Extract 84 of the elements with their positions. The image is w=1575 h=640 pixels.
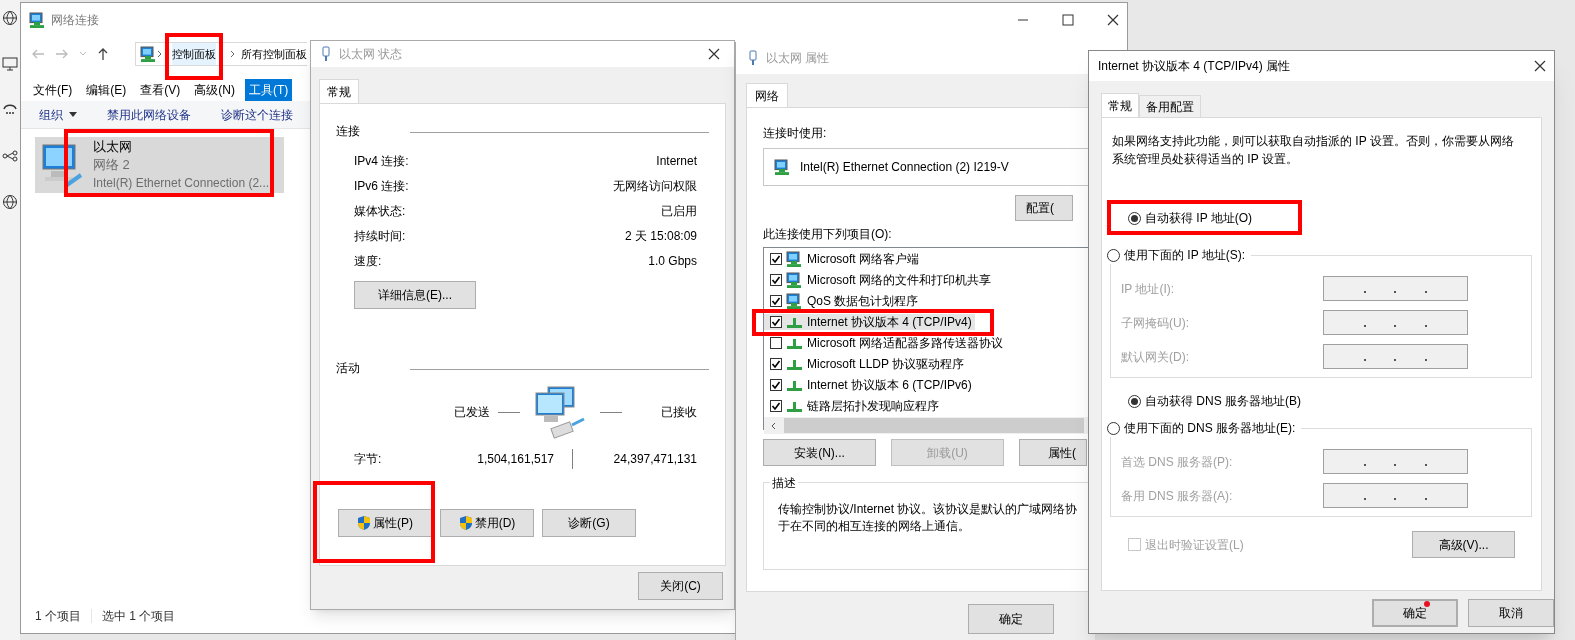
window-title: 以太网 状态 bbox=[339, 46, 403, 63]
list-item[interactable]: 链路层拓扑发现响应程序 bbox=[764, 398, 942, 414]
toolbar-button[interactable]: 诊断这个连接 bbox=[221, 105, 293, 124]
toolbar-button[interactable]: 组织 bbox=[39, 105, 77, 124]
field-label: 速度: bbox=[354, 252, 382, 270]
adapter-field: Intel(R) Ethernet Connection (2) I219-V bbox=[763, 148, 1089, 186]
tab[interactable]: 备用配置 bbox=[1139, 95, 1201, 117]
status-text: 1 个项目 bbox=[35, 608, 81, 625]
menu-item[interactable]: 编辑(E) bbox=[82, 79, 131, 101]
item-label: Internet 协议版本 6 (TCP/IPv6) bbox=[806, 378, 973, 392]
bytes-sent: 1,504,161,517 bbox=[476, 451, 554, 468]
item-label: Internet 协议版本 4 (TCP/IPv4) bbox=[806, 315, 973, 329]
device-name: Intel(R) Ethernet Connection (2... bbox=[93, 175, 270, 192]
list-item[interactable]: Microsoft 网络的文件和打印机共享 bbox=[764, 272, 994, 288]
field-label: IPv4 连接: bbox=[354, 152, 409, 170]
field-label: IPv6 连接: bbox=[354, 177, 409, 195]
breadcrumb[interactable]: 所有控制面板 bbox=[241, 43, 307, 65]
radio-option[interactable]: 自动获得 DNS 服务器地址(B) bbox=[1128, 392, 1525, 410]
field-value: Internet bbox=[656, 152, 697, 170]
description-text: 传输控制协议/Internet 协议。该协议是默认的广域网络协 bbox=[778, 501, 1078, 518]
field-label: 连接时使用: bbox=[763, 125, 828, 142]
list-item[interactable]: Microsoft LLDP 协议驱动程序 bbox=[764, 356, 968, 372]
list-item[interactable]: Microsoft 网络适配器多路传送器协议 bbox=[764, 335, 1006, 351]
bytes-received: 24,397,471,131 bbox=[613, 451, 697, 468]
dialog-button[interactable]: 确定 bbox=[1372, 599, 1458, 627]
item-label: Microsoft 网络的文件和打印机共享 bbox=[806, 273, 992, 287]
field-label: 默认网关(D): bbox=[1121, 348, 1190, 366]
item-label: Microsoft LLDP 协议驱动程序 bbox=[806, 357, 966, 371]
field-label: IP 地址(I): bbox=[1121, 280, 1176, 298]
window-title: 以太网 属性 bbox=[766, 50, 830, 67]
field-value: 已启用 bbox=[661, 202, 697, 220]
dialog-button[interactable]: 禁用(D) bbox=[440, 509, 534, 537]
field-label: 子网掩码(U): bbox=[1121, 314, 1190, 332]
item-label: Microsoft 网络适配器多路传送器协议 bbox=[806, 336, 1004, 350]
menu-item[interactable]: 工具(T) bbox=[245, 79, 293, 101]
item-label: Microsoft 网络客户端 bbox=[806, 252, 920, 266]
network-name: 网络 2 bbox=[93, 156, 131, 174]
field-value: 1.0 Gbps bbox=[648, 252, 697, 270]
field-label: 此连接使用下列项目(O): bbox=[763, 226, 893, 243]
field-label: 字节: bbox=[354, 451, 383, 468]
group-title: 描述 bbox=[770, 474, 798, 492]
breadcrumb[interactable]: 控制面板 bbox=[172, 43, 216, 65]
menu-item[interactable]: 查看(V) bbox=[136, 79, 185, 101]
dialog-button[interactable]: 确定 bbox=[968, 604, 1054, 634]
dialog-button[interactable]: 属性(P) bbox=[338, 509, 432, 537]
field-label: 媒体状态: bbox=[354, 202, 406, 220]
intro-text: 如果网络支持此功能，则可以获取自动指派的 IP 设置。否则，你需要从网络系统管理员处获得适当的 IP 设置。 bbox=[1112, 133, 1515, 168]
connection-name: 以太网 bbox=[93, 138, 133, 156]
description-text: 于在不同的相互连接的网络上通信。 bbox=[778, 518, 970, 535]
window-title: 网络连接 bbox=[51, 12, 99, 29]
field-label: 备用 DNS 服务器(A): bbox=[1121, 487, 1234, 505]
window-title: Internet 协议版本 4 (TCP/IPv4) 属性 bbox=[1098, 58, 1291, 75]
field-label: 持续时间: bbox=[354, 227, 406, 245]
tab[interactable]: 常规 bbox=[319, 79, 359, 103]
item-label: QoS 数据包计划程序 bbox=[806, 294, 920, 308]
list-item[interactable]: Internet 协议版本 6 (TCP/IPv6) bbox=[764, 377, 975, 393]
item-label: 链路层拓扑发现响应程序 bbox=[806, 399, 940, 413]
sent-label: 已发送 bbox=[454, 404, 491, 421]
connection-item[interactable]: 以太网 网络 2 Intel(R) Ethernet Connection (2... bbox=[35, 137, 284, 193]
tab[interactable]: 网络 bbox=[746, 83, 788, 107]
dialog-button[interactable]: 关闭(C) bbox=[638, 572, 723, 600]
dialog-button[interactable]: 详细信息(E)... bbox=[354, 281, 476, 309]
address-bar[interactable]: 控制面板 所有控制面板 bbox=[135, 42, 307, 66]
list-item[interactable]: Microsoft 网络客户端 bbox=[764, 251, 922, 267]
dialog-button[interactable]: 配置( bbox=[1015, 195, 1073, 221]
toolbar-button[interactable]: 禁用此网络设备 bbox=[107, 105, 191, 124]
list-item[interactable]: Internet 协议版本 4 (TCP/IPv4) bbox=[764, 314, 975, 330]
section-heading: 连接 bbox=[336, 123, 360, 140]
menu-item[interactable]: 高级(N) bbox=[190, 79, 239, 101]
status-text: 选中 1 个项目 bbox=[102, 608, 176, 625]
dialog-button[interactable]: 取消 bbox=[1468, 599, 1554, 627]
section-heading: 活动 bbox=[336, 360, 360, 377]
field-label: 首选 DNS 服务器(P): bbox=[1121, 453, 1234, 471]
received-label: 已接收 bbox=[661, 404, 697, 421]
menu-item[interactable]: 文件(F) bbox=[29, 79, 77, 101]
field-value: 无网络访问权限 bbox=[613, 177, 697, 195]
tab[interactable]: 常规 bbox=[1101, 93, 1139, 117]
list-item[interactable]: QoS 数据包计划程序 bbox=[764, 293, 922, 309]
dialog-button[interactable]: 属性( bbox=[1019, 439, 1087, 466]
radio-option[interactable]: 自动获得 IP 地址(O) bbox=[1128, 209, 1525, 227]
dialog-button[interactable]: 高级(V)... bbox=[1412, 531, 1515, 558]
field-value: 2 天 15:08:09 bbox=[624, 227, 697, 245]
dialog-button[interactable]: 安装(N)... bbox=[763, 439, 876, 466]
dialog-button[interactable]: 诊断(G) bbox=[542, 509, 636, 537]
